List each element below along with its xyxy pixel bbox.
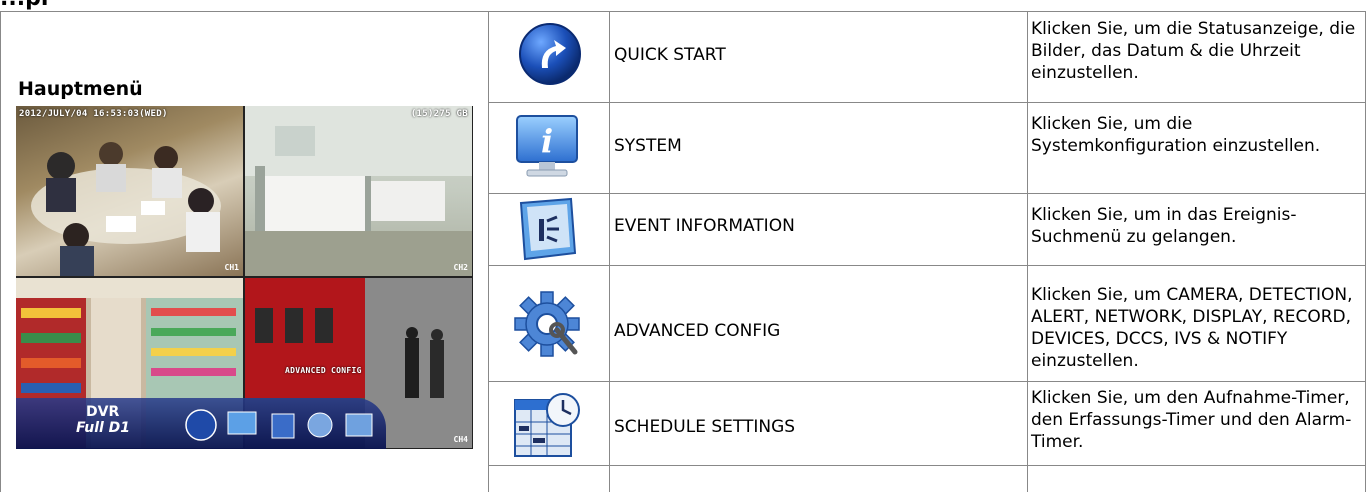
advanced-config-tooltip: ADVANCED CONFIG bbox=[285, 366, 362, 375]
dvr-label: DVR bbox=[86, 404, 120, 420]
row-name: EVENT INFORMATION bbox=[614, 216, 795, 236]
quick-start-icon[interactable] bbox=[518, 22, 582, 86]
row-description: Klicken Sie, um den Aufnahme-Timer, den … bbox=[1031, 387, 1361, 453]
row-separator bbox=[488, 102, 1366, 103]
desc-line: DEVICES, DCCS, IVS & NOTIFY bbox=[1031, 329, 1288, 349]
dvr-menu-bar: DVR Full D1 bbox=[16, 398, 386, 449]
desc-line: einzustellen. bbox=[1031, 351, 1139, 371]
row-name: QUICK START bbox=[614, 45, 726, 65]
timestamp-overlay: 2012/JULY/04 16:53:03(WED) bbox=[19, 109, 168, 119]
desc-line: Klicken Sie, um den Aufnahme-Timer, bbox=[1031, 388, 1350, 408]
desc-line: Klicken Sie, um CAMERA, DETECTION, bbox=[1031, 285, 1353, 305]
event-information-icon[interactable] bbox=[513, 197, 583, 263]
system-icon[interactable]: i bbox=[511, 110, 585, 184]
row-description: Klicken Sie, um die Systemkonfiguration … bbox=[1031, 113, 1361, 157]
row-separator bbox=[488, 381, 1366, 382]
table-divider-name bbox=[1027, 11, 1028, 492]
table-left-border bbox=[0, 11, 1, 492]
row-name: SYSTEM bbox=[614, 136, 682, 156]
desc-line: Klicken Sie, um die bbox=[1031, 114, 1193, 134]
desc-line: Bilder, das Datum & die Uhrzeit bbox=[1031, 41, 1301, 61]
row-separator bbox=[488, 465, 1366, 466]
channel-label: CH1 bbox=[224, 263, 239, 272]
advanced-config-icon[interactable] bbox=[513, 290, 583, 358]
desc-line: einzustellen. bbox=[1031, 63, 1139, 83]
mini-menu-icons bbox=[185, 409, 373, 441]
schedule-settings-icon[interactable] bbox=[511, 390, 585, 462]
camera-view-ch2: (15)275 GB CH2 bbox=[245, 106, 472, 276]
row-name: ADVANCED CONFIG bbox=[614, 321, 781, 341]
desc-line: Klicken Sie, um in das Ereignis- bbox=[1031, 205, 1297, 225]
table-top-border bbox=[0, 11, 1366, 12]
main-menu-title: Hauptmenü bbox=[18, 78, 143, 100]
row-description: Klicken Sie, um in das Ereignis- Suchmen… bbox=[1031, 204, 1361, 248]
section-header-fragment: ...pi bbox=[0, 0, 48, 11]
desc-line: ALERT, NETWORK, DISPLAY, RECORD, bbox=[1031, 307, 1352, 327]
desc-line: den Erfassungs-Timer und den Alarm- bbox=[1031, 410, 1352, 430]
desc-line: Suchmenü zu gelangen. bbox=[1031, 227, 1237, 247]
row-separator bbox=[488, 265, 1366, 266]
table-divider-icon bbox=[609, 11, 610, 492]
row-description: Klicken Sie, um die Statusanzeige, die B… bbox=[1031, 18, 1361, 84]
table-divider-left bbox=[488, 11, 489, 492]
desc-line: Timer. bbox=[1031, 432, 1084, 452]
channel-label: CH4 bbox=[453, 435, 468, 444]
row-name: SCHEDULE SETTINGS bbox=[614, 417, 796, 437]
dvr-screenshot: 2012/JULY/04 16:53:03(WED) CH1 (15)275 G… bbox=[16, 106, 473, 449]
camera-view-ch1: 2012/JULY/04 16:53:03(WED) CH1 bbox=[16, 106, 243, 276]
hospital-scene-image bbox=[245, 106, 472, 276]
row-separator bbox=[488, 193, 1366, 194]
office-scene-image bbox=[31, 142, 221, 276]
row-description: Klicken Sie, um CAMERA, DETECTION, ALERT… bbox=[1031, 284, 1361, 372]
desc-line: Systemkonfiguration einzustellen. bbox=[1031, 136, 1321, 156]
channel-label: CH2 bbox=[453, 263, 468, 272]
svg-text:i: i bbox=[541, 122, 553, 160]
dvr-mode-label: Full D1 bbox=[76, 420, 131, 436]
desc-line: Klicken Sie, um die Statusanzeige, die bbox=[1031, 19, 1356, 39]
hdd-status-overlay: (15)275 GB bbox=[410, 109, 468, 119]
